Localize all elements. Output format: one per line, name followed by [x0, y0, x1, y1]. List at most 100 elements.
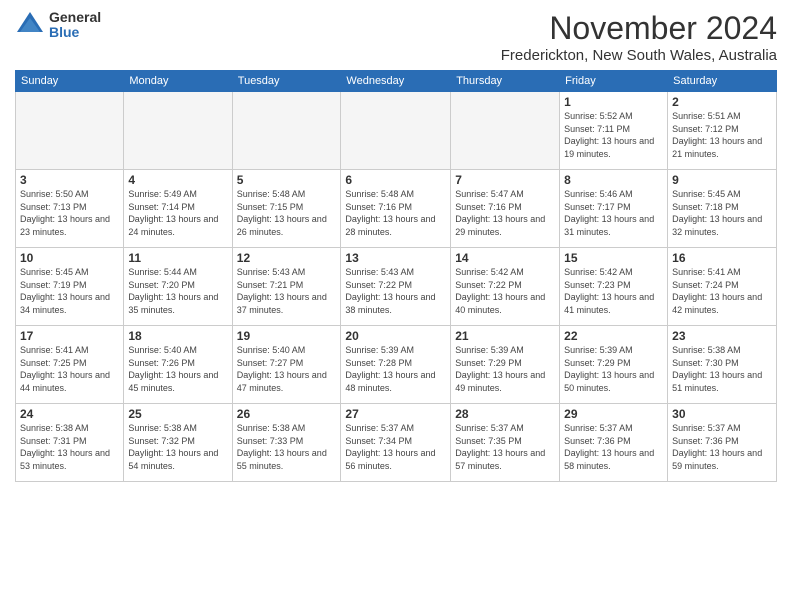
day-info: Sunrise: 5:50 AMSunset: 7:13 PMDaylight:…	[20, 188, 119, 238]
calendar-week-1: 1Sunrise: 5:52 AMSunset: 7:11 PMDaylight…	[16, 92, 777, 170]
sunrise-text: Sunrise: 5:37 AM	[672, 422, 772, 435]
sunrise-text: Sunrise: 5:45 AM	[20, 266, 119, 279]
calendar-cell: 29Sunrise: 5:37 AMSunset: 7:36 PMDayligh…	[560, 404, 668, 482]
day-info: Sunrise: 5:42 AMSunset: 7:23 PMDaylight:…	[564, 266, 663, 316]
daylight-text: Daylight: 13 hours and 48 minutes.	[345, 369, 446, 394]
daylight-text: Daylight: 13 hours and 29 minutes.	[455, 213, 555, 238]
page: General Blue November 2024 Frederickton,…	[0, 0, 792, 612]
sunset-text: Sunset: 7:23 PM	[564, 279, 663, 292]
sunrise-text: Sunrise: 5:50 AM	[20, 188, 119, 201]
logo-icon	[15, 10, 45, 40]
calendar-cell: 18Sunrise: 5:40 AMSunset: 7:26 PMDayligh…	[124, 326, 232, 404]
daylight-text: Daylight: 13 hours and 34 minutes.	[20, 291, 119, 316]
calendar-cell: 26Sunrise: 5:38 AMSunset: 7:33 PMDayligh…	[232, 404, 341, 482]
calendar-cell: 7Sunrise: 5:47 AMSunset: 7:16 PMDaylight…	[451, 170, 560, 248]
calendar-week-5: 24Sunrise: 5:38 AMSunset: 7:31 PMDayligh…	[16, 404, 777, 482]
calendar-week-4: 17Sunrise: 5:41 AMSunset: 7:25 PMDayligh…	[16, 326, 777, 404]
day-info: Sunrise: 5:38 AMSunset: 7:30 PMDaylight:…	[672, 344, 772, 394]
daylight-text: Daylight: 13 hours and 26 minutes.	[237, 213, 337, 238]
daylight-text: Daylight: 13 hours and 41 minutes.	[564, 291, 663, 316]
calendar-cell: 13Sunrise: 5:43 AMSunset: 7:22 PMDayligh…	[341, 248, 451, 326]
sunset-text: Sunset: 7:27 PM	[237, 357, 337, 370]
daylight-text: Daylight: 13 hours and 37 minutes.	[237, 291, 337, 316]
sunset-text: Sunset: 7:22 PM	[455, 279, 555, 292]
calendar-header-row: Sunday Monday Tuesday Wednesday Thursday…	[16, 71, 777, 92]
daylight-text: Daylight: 13 hours and 32 minutes.	[672, 213, 772, 238]
sunset-text: Sunset: 7:29 PM	[564, 357, 663, 370]
col-wednesday: Wednesday	[341, 71, 451, 92]
calendar-cell	[232, 92, 341, 170]
sunrise-text: Sunrise: 5:46 AM	[564, 188, 663, 201]
daylight-text: Daylight: 13 hours and 56 minutes.	[345, 447, 446, 472]
daylight-text: Daylight: 13 hours and 45 minutes.	[128, 369, 227, 394]
sunrise-text: Sunrise: 5:37 AM	[564, 422, 663, 435]
day-info: Sunrise: 5:52 AMSunset: 7:11 PMDaylight:…	[564, 110, 663, 160]
calendar-cell: 9Sunrise: 5:45 AMSunset: 7:18 PMDaylight…	[668, 170, 777, 248]
calendar-cell: 5Sunrise: 5:48 AMSunset: 7:15 PMDaylight…	[232, 170, 341, 248]
day-info: Sunrise: 5:37 AMSunset: 7:36 PMDaylight:…	[564, 422, 663, 472]
calendar-cell	[124, 92, 232, 170]
daylight-text: Daylight: 13 hours and 59 minutes.	[672, 447, 772, 472]
sunrise-text: Sunrise: 5:38 AM	[237, 422, 337, 435]
sunrise-text: Sunrise: 5:43 AM	[237, 266, 337, 279]
sunrise-text: Sunrise: 5:38 AM	[20, 422, 119, 435]
sunset-text: Sunset: 7:25 PM	[20, 357, 119, 370]
calendar-cell: 1Sunrise: 5:52 AMSunset: 7:11 PMDaylight…	[560, 92, 668, 170]
day-number: 18	[128, 329, 227, 343]
calendar-cell: 24Sunrise: 5:38 AMSunset: 7:31 PMDayligh…	[16, 404, 124, 482]
daylight-text: Daylight: 13 hours and 58 minutes.	[564, 447, 663, 472]
header: General Blue November 2024 Frederickton,…	[15, 10, 777, 64]
daylight-text: Daylight: 13 hours and 31 minutes.	[564, 213, 663, 238]
day-number: 6	[345, 173, 446, 187]
calendar-cell	[341, 92, 451, 170]
calendar-cell: 30Sunrise: 5:37 AMSunset: 7:36 PMDayligh…	[668, 404, 777, 482]
sunset-text: Sunset: 7:14 PM	[128, 201, 227, 214]
day-number: 16	[672, 251, 772, 265]
sunset-text: Sunset: 7:19 PM	[20, 279, 119, 292]
calendar-cell: 3Sunrise: 5:50 AMSunset: 7:13 PMDaylight…	[16, 170, 124, 248]
day-info: Sunrise: 5:48 AMSunset: 7:16 PMDaylight:…	[345, 188, 446, 238]
day-info: Sunrise: 5:51 AMSunset: 7:12 PMDaylight:…	[672, 110, 772, 160]
sunset-text: Sunset: 7:31 PM	[20, 435, 119, 448]
calendar-cell	[451, 92, 560, 170]
day-number: 13	[345, 251, 446, 265]
day-number: 12	[237, 251, 337, 265]
calendar-cell: 28Sunrise: 5:37 AMSunset: 7:35 PMDayligh…	[451, 404, 560, 482]
day-number: 27	[345, 407, 446, 421]
sunset-text: Sunset: 7:29 PM	[455, 357, 555, 370]
day-info: Sunrise: 5:39 AMSunset: 7:28 PMDaylight:…	[345, 344, 446, 394]
logo: General Blue	[15, 10, 101, 41]
sunset-text: Sunset: 7:28 PM	[345, 357, 446, 370]
calendar-week-3: 10Sunrise: 5:45 AMSunset: 7:19 PMDayligh…	[16, 248, 777, 326]
col-monday: Monday	[124, 71, 232, 92]
day-number: 23	[672, 329, 772, 343]
day-info: Sunrise: 5:38 AMSunset: 7:32 PMDaylight:…	[128, 422, 227, 472]
sunrise-text: Sunrise: 5:47 AM	[455, 188, 555, 201]
day-number: 5	[237, 173, 337, 187]
daylight-text: Daylight: 13 hours and 21 minutes.	[672, 135, 772, 160]
calendar-cell: 17Sunrise: 5:41 AMSunset: 7:25 PMDayligh…	[16, 326, 124, 404]
day-number: 17	[20, 329, 119, 343]
calendar-cell: 10Sunrise: 5:45 AMSunset: 7:19 PMDayligh…	[16, 248, 124, 326]
sunrise-text: Sunrise: 5:42 AM	[455, 266, 555, 279]
daylight-text: Daylight: 13 hours and 47 minutes.	[237, 369, 337, 394]
calendar-cell: 19Sunrise: 5:40 AMSunset: 7:27 PMDayligh…	[232, 326, 341, 404]
sunset-text: Sunset: 7:30 PM	[672, 357, 772, 370]
sunrise-text: Sunrise: 5:39 AM	[564, 344, 663, 357]
sunset-text: Sunset: 7:32 PM	[128, 435, 227, 448]
day-info: Sunrise: 5:44 AMSunset: 7:20 PMDaylight:…	[128, 266, 227, 316]
daylight-text: Daylight: 13 hours and 53 minutes.	[20, 447, 119, 472]
day-number: 29	[564, 407, 663, 421]
day-info: Sunrise: 5:46 AMSunset: 7:17 PMDaylight:…	[564, 188, 663, 238]
day-number: 20	[345, 329, 446, 343]
day-info: Sunrise: 5:39 AMSunset: 7:29 PMDaylight:…	[564, 344, 663, 394]
day-info: Sunrise: 5:41 AMSunset: 7:25 PMDaylight:…	[20, 344, 119, 394]
day-info: Sunrise: 5:43 AMSunset: 7:21 PMDaylight:…	[237, 266, 337, 316]
sunrise-text: Sunrise: 5:43 AM	[345, 266, 446, 279]
sunrise-text: Sunrise: 5:42 AM	[564, 266, 663, 279]
col-thursday: Thursday	[451, 71, 560, 92]
day-info: Sunrise: 5:37 AMSunset: 7:35 PMDaylight:…	[455, 422, 555, 472]
day-number: 3	[20, 173, 119, 187]
sunset-text: Sunset: 7:17 PM	[564, 201, 663, 214]
sunrise-text: Sunrise: 5:48 AM	[237, 188, 337, 201]
